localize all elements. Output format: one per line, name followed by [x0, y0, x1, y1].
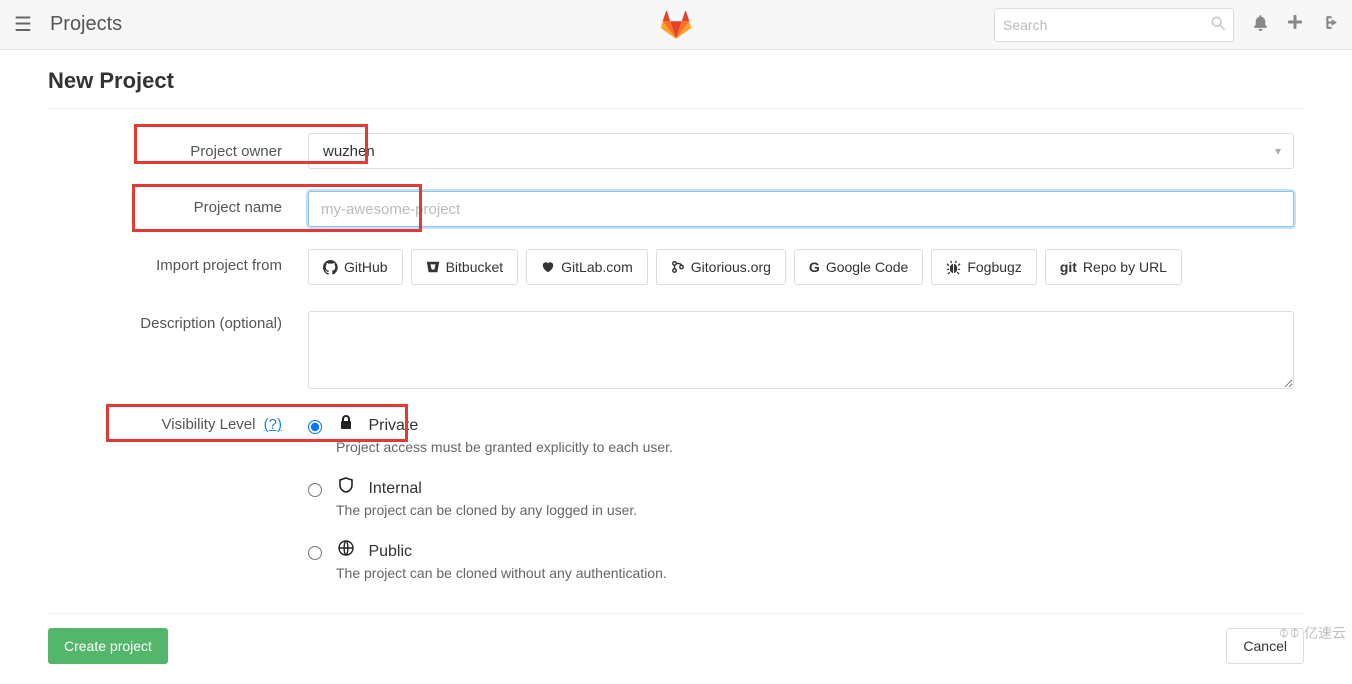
new-icon[interactable]	[1287, 14, 1303, 35]
menu-toggle-icon[interactable]: ☰	[14, 12, 32, 37]
description-textarea[interactable]	[308, 311, 1294, 389]
import-sources: GitHub Bitbucket GitLab.com Gitorious.or…	[308, 249, 1294, 285]
project-name-input[interactable]	[308, 191, 1294, 227]
git-icon: git	[1060, 259, 1077, 275]
import-source-label: Fogbugz	[967, 259, 1021, 275]
import-source-label: Bitbucket	[446, 259, 504, 275]
import-source-label: GitLab.com	[561, 259, 633, 275]
shield-icon	[336, 477, 356, 493]
bitbucket-icon	[426, 260, 440, 274]
project-owner-label: Project owner	[48, 133, 308, 160]
import-bitbucket-button[interactable]: Bitbucket	[411, 249, 519, 285]
gitorious-icon	[671, 260, 685, 274]
search-box[interactable]	[994, 8, 1234, 42]
google-icon: G	[809, 259, 820, 275]
lock-icon	[336, 414, 356, 430]
divider	[48, 108, 1304, 109]
visibility-help-link[interactable]: (?)	[264, 416, 282, 433]
navbar: ☰ Projects	[0, 0, 1352, 50]
import-source-label: GitHub	[344, 259, 388, 275]
import-from-row: Import project from GitHub Bitbucket Git…	[48, 249, 1304, 285]
description-label: Description (optional)	[48, 311, 308, 332]
github-icon	[323, 260, 338, 275]
visibility-option-description: The project can be cloned by any logged …	[336, 502, 637, 518]
page-container: New Project Project owner wuzhen ▾ Proje…	[0, 50, 1352, 684]
visibility-row: Visibility Level (?) Private Project acc…	[48, 416, 1304, 591]
bug-icon	[946, 260, 961, 275]
signout-icon[interactable]	[1321, 14, 1338, 36]
divider	[48, 613, 1304, 614]
visibility-option-label: Private	[368, 417, 418, 434]
nav-title: Projects	[50, 13, 122, 36]
import-fogbugz-button[interactable]: Fogbugz	[931, 249, 1036, 285]
nav-right	[994, 8, 1338, 42]
form-actions: Create project Cancel	[48, 628, 1304, 684]
visibility-private-radio[interactable]	[308, 420, 322, 434]
visibility-options: Private Project access must be granted e…	[308, 414, 1294, 581]
globe-icon	[336, 540, 356, 556]
import-gitorious-button[interactable]: Gitorious.org	[656, 249, 786, 285]
description-row: Description (optional)	[48, 311, 1304, 394]
heart-icon	[541, 260, 555, 274]
notifications-icon[interactable]	[1252, 14, 1269, 36]
import-gitlab-button[interactable]: GitLab.com	[526, 249, 648, 285]
project-owner-row: Project owner wuzhen ▾	[48, 133, 1304, 169]
visibility-option-description: Project access must be granted explicitl…	[336, 439, 673, 455]
visibility-label-col: Visibility Level (?)	[48, 416, 308, 433]
visibility-label: Visibility Level	[162, 416, 256, 433]
page-title: New Project	[48, 68, 1304, 94]
visibility-internal[interactable]: Internal The project can be cloned by an…	[308, 477, 1294, 518]
new-project-form: Project owner wuzhen ▾ Project name Impo…	[48, 133, 1304, 684]
import-source-label: Gitorious.org	[691, 259, 771, 275]
create-project-button[interactable]: Create project	[48, 628, 168, 664]
visibility-option-label: Public	[368, 543, 412, 560]
import-github-button[interactable]: GitHub	[308, 249, 403, 285]
project-owner-select[interactable]: wuzhen ▾	[308, 133, 1294, 169]
visibility-option-label: Internal	[368, 480, 421, 497]
import-source-label: Repo by URL	[1083, 259, 1167, 275]
visibility-public[interactable]: Public The project can be cloned without…	[308, 540, 1294, 581]
visibility-option-description: The project can be cloned without any au…	[336, 565, 667, 581]
visibility-internal-radio[interactable]	[308, 483, 322, 497]
visibility-public-radio[interactable]	[308, 546, 322, 560]
cancel-button[interactable]: Cancel	[1226, 628, 1304, 664]
import-source-label: Google Code	[826, 259, 909, 275]
project-name-row: Project name	[48, 191, 1304, 227]
import-repo-url-button[interactable]: git Repo by URL	[1045, 249, 1182, 285]
visibility-private[interactable]: Private Project access must be granted e…	[308, 414, 1294, 455]
chevron-down-icon: ▾	[1263, 144, 1293, 158]
project-owner-selected: wuzhen	[309, 143, 389, 160]
search-icon[interactable]	[1211, 16, 1225, 33]
gitlab-logo[interactable]	[661, 11, 691, 39]
import-from-label: Import project from	[48, 249, 308, 274]
search-input[interactable]	[1003, 17, 1211, 33]
import-googlecode-button[interactable]: G Google Code	[794, 249, 923, 285]
project-name-label: Project name	[48, 191, 308, 216]
